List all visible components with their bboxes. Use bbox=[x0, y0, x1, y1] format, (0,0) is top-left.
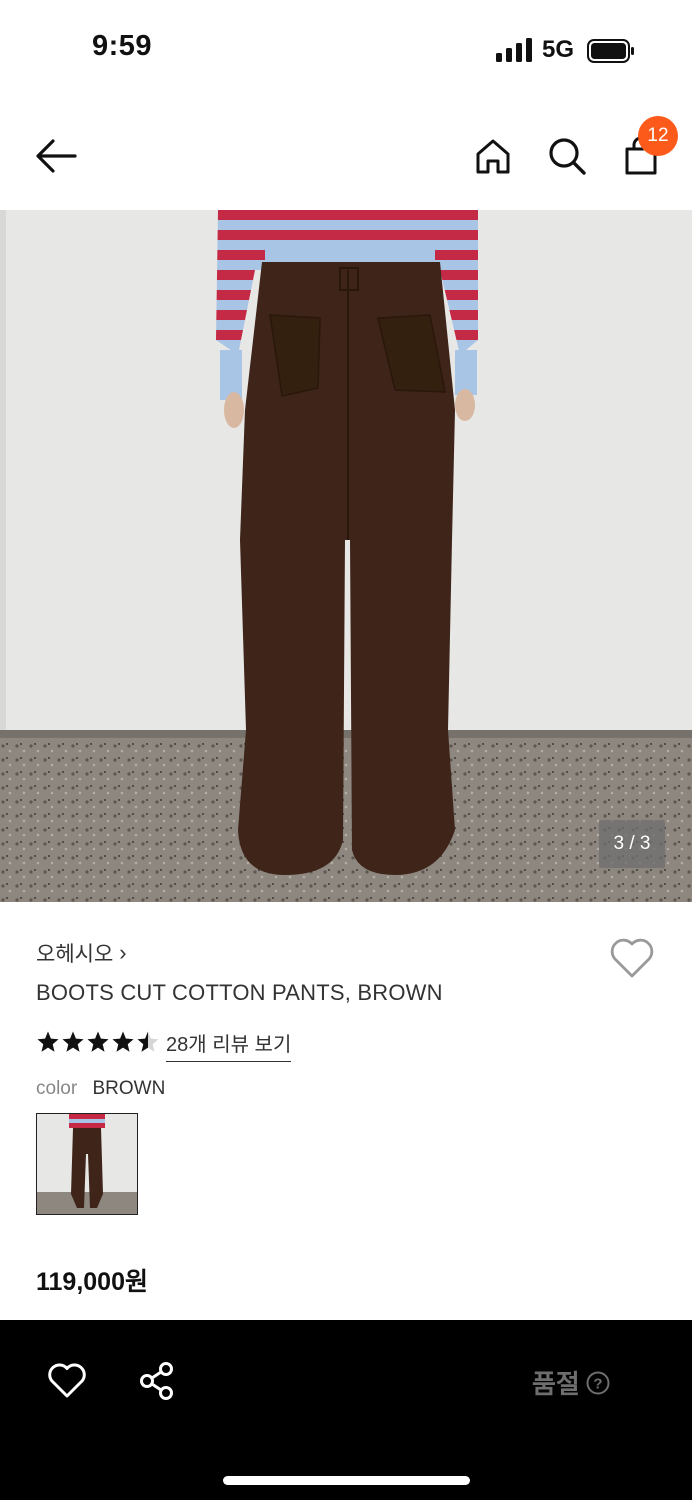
color-swatch[interactable] bbox=[36, 1113, 138, 1215]
search-icon bbox=[549, 138, 586, 175]
product-name: BOOTS CUT COTTON PANTS, BROWN bbox=[36, 980, 443, 1005]
network-label: 5G bbox=[542, 36, 575, 63]
soldout-label: 품절 bbox=[532, 1369, 580, 1399]
brand-link[interactable]: 오헤시오 › bbox=[36, 938, 127, 968]
arrow-left-icon bbox=[36, 139, 77, 173]
product-image[interactable] bbox=[0, 210, 692, 902]
swatch-thumbnail bbox=[37, 1114, 137, 1214]
question-circle-icon[interactable]: ? bbox=[586, 1371, 610, 1395]
star-icon bbox=[37, 1031, 59, 1052]
product-photo bbox=[0, 210, 692, 902]
color-value: BROWN bbox=[92, 1078, 166, 1099]
share-icon bbox=[140, 1362, 173, 1400]
signal-icon bbox=[496, 38, 532, 62]
color-row: color BROWN bbox=[36, 1078, 165, 1100]
bottom-action-bar bbox=[0, 1320, 692, 1500]
image-counter: 3 / 3 bbox=[599, 820, 665, 868]
heart-icon bbox=[610, 938, 654, 978]
chevron-right-icon: › bbox=[119, 940, 127, 965]
home-button[interactable] bbox=[469, 132, 517, 180]
svg-text:?: ? bbox=[593, 1375, 602, 1392]
star-icon bbox=[112, 1031, 134, 1052]
star-icon bbox=[62, 1031, 84, 1052]
search-button[interactable] bbox=[543, 132, 591, 180]
product-price: 119,000원 bbox=[36, 1268, 148, 1296]
rating-stars bbox=[36, 1030, 160, 1054]
star-icon bbox=[87, 1031, 109, 1052]
battery-icon bbox=[587, 39, 634, 63]
color-label: color bbox=[36, 1078, 78, 1099]
share-button[interactable] bbox=[136, 1360, 178, 1407]
bottom-wishlist-button[interactable] bbox=[46, 1360, 88, 1405]
home-indicator bbox=[223, 1476, 470, 1485]
star-icon bbox=[137, 1031, 159, 1052]
brand-name: 오헤시오 bbox=[36, 943, 114, 966]
home-icon bbox=[476, 139, 510, 174]
cart-count-badge: 12 bbox=[638, 116, 678, 156]
heart-icon bbox=[48, 1363, 86, 1398]
soldout-status[interactable]: 품절 ? bbox=[532, 1364, 610, 1401]
back-button[interactable] bbox=[32, 132, 80, 180]
wishlist-button[interactable] bbox=[608, 934, 656, 980]
review-link[interactable]: 28개 리뷰 보기 bbox=[166, 1028, 292, 1062]
status-time: 9:59 bbox=[92, 30, 153, 62]
